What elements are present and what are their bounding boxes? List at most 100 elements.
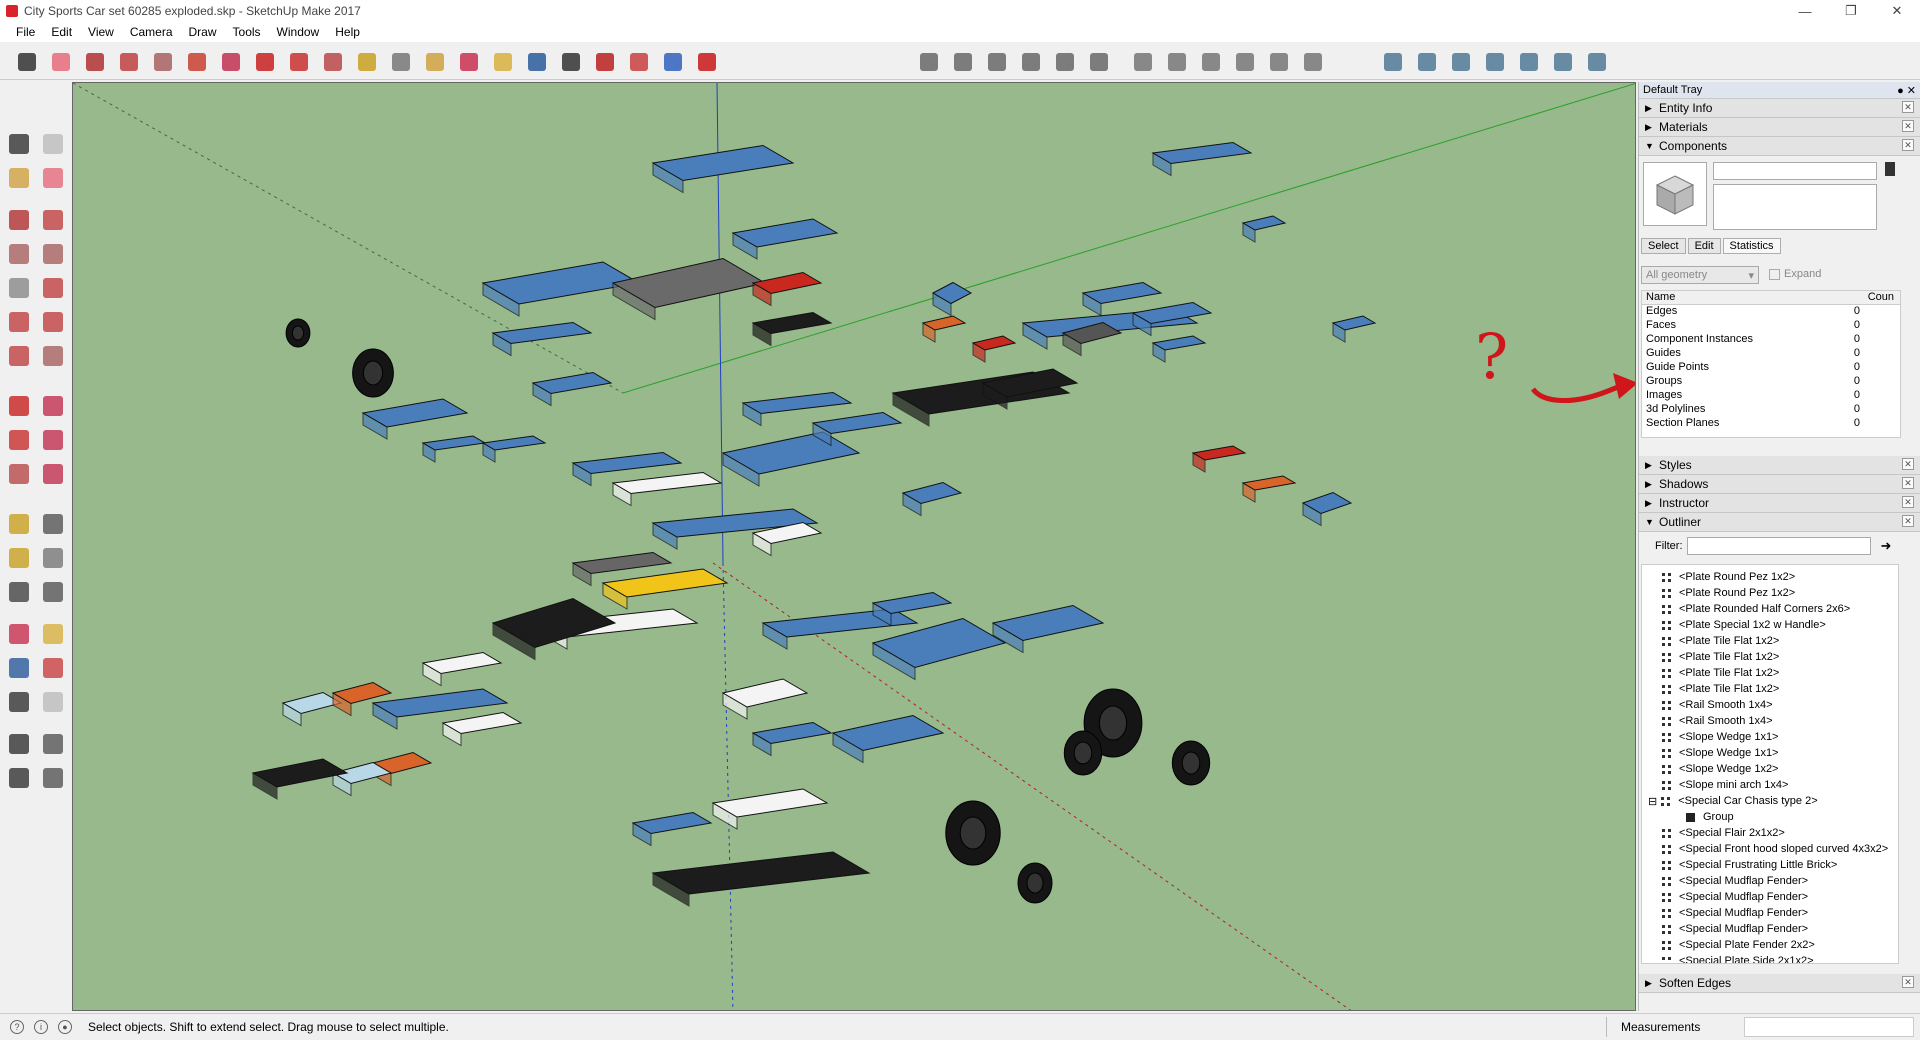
lego-part[interactable] (441, 711, 523, 747)
lego-part[interactable] (721, 678, 809, 720)
restore-icon[interactable]: ❐ (1828, 0, 1874, 22)
pan-icon[interactable] (490, 49, 516, 75)
sidebar-tool-11-icon[interactable] (39, 308, 67, 336)
text-icon[interactable] (388, 49, 414, 75)
tab-edit[interactable]: Edit (1687, 238, 1721, 254)
menu-draw[interactable]: Draw (181, 25, 225, 39)
scale-icon[interactable] (320, 49, 346, 75)
outliner-item[interactable]: <Plate Tile Flat 1x2> (1648, 649, 1898, 665)
sidebar-tool-33-icon[interactable] (39, 730, 67, 758)
sidebar-tool-4-icon[interactable] (5, 206, 33, 234)
shaded-icon[interactable] (1232, 49, 1258, 75)
lego-part[interactable] (1191, 445, 1247, 473)
expand-checkbox[interactable]: Expand (1769, 268, 1821, 280)
outliner-item[interactable]: <Slope Wedge 1x1> (1648, 729, 1898, 745)
extension-warehouse-icon[interactable] (626, 49, 652, 75)
menu-view[interactable]: View (80, 25, 122, 39)
lego-part[interactable] (991, 604, 1105, 654)
panel-shadows[interactable]: ▶ Shadows ✕ (1639, 475, 1920, 494)
credits-icon[interactable]: i (34, 1020, 48, 1034)
lego-part[interactable] (281, 691, 343, 727)
menu-edit[interactable]: Edit (43, 25, 80, 39)
lego-part[interactable] (1131, 301, 1213, 337)
intersect-icon[interactable] (1448, 49, 1474, 75)
outliner-item[interactable]: <Plate Tile Flat 1x2> (1648, 633, 1898, 649)
outliner-item[interactable]: <Slope mini arch 1x4> (1648, 777, 1898, 793)
menu-help[interactable]: Help (327, 25, 368, 39)
sidebar-tool-3-icon[interactable] (39, 164, 67, 192)
sidebar-tool-14-icon[interactable] (5, 392, 33, 420)
lego-part[interactable] (751, 271, 823, 307)
rotate-icon[interactable] (286, 49, 312, 75)
zoom-icon[interactable] (524, 49, 550, 75)
shaded-texture-icon[interactable] (1266, 49, 1292, 75)
lego-part[interactable] (361, 398, 469, 440)
ruby-icon[interactable] (694, 49, 720, 75)
outliner-item[interactable]: <Special Flair 2x1x2> (1648, 825, 1898, 841)
sidebar-tool-30-icon[interactable] (5, 688, 33, 716)
front-view-icon[interactable] (984, 49, 1010, 75)
sidebar-tool-25-icon[interactable] (39, 578, 67, 606)
sidebar-tool-10-icon[interactable] (5, 308, 33, 336)
component-name-field[interactable] (1713, 162, 1877, 180)
panel-styles[interactable]: ▶ Styles ✕ (1639, 456, 1920, 475)
lego-part[interactable] (811, 411, 903, 447)
sidebar-tool-12-icon[interactable] (5, 342, 33, 370)
3d-warehouse-icon[interactable] (592, 49, 618, 75)
sidebar-tool-29-icon[interactable] (39, 654, 67, 682)
union-icon[interactable] (1482, 49, 1508, 75)
lego-part[interactable] (921, 315, 967, 343)
arc-icon[interactable] (116, 49, 142, 75)
section-icon[interactable] (1380, 49, 1406, 75)
select-icon[interactable] (14, 49, 40, 75)
follow-me-icon[interactable] (218, 49, 244, 75)
outliner-item[interactable]: <Plate Tile Flat 1x2> (1648, 665, 1898, 681)
lego-part[interactable] (491, 597, 617, 661)
iso-view-icon[interactable] (916, 49, 942, 75)
sidebar-tool-24-icon[interactable] (5, 578, 33, 606)
panel-entity-info[interactable]: ▶ Entity Info ✕ (1639, 99, 1920, 118)
lego-part[interactable] (421, 435, 487, 463)
sidebar-tool-9-icon[interactable] (39, 274, 67, 302)
panel-components[interactable]: ▼ Components ✕ (1639, 137, 1920, 156)
lego-part[interactable] (611, 471, 723, 507)
outliner-item[interactable]: <Special Front hood sloped curved 4x3x2> (1648, 841, 1898, 857)
xray-icon[interactable] (1130, 49, 1156, 75)
lego-part[interactable] (831, 714, 945, 764)
orbit-icon[interactable] (456, 49, 482, 75)
lego-part[interactable] (871, 617, 1007, 681)
sidebar-tool-32-icon[interactable] (5, 730, 33, 758)
lego-part[interactable] (721, 431, 861, 487)
sidebar-tool-21-icon[interactable] (39, 510, 67, 538)
lego-part[interactable] (1241, 475, 1297, 503)
left-view-icon[interactable] (1086, 49, 1112, 75)
outliner-item[interactable]: <Plate Round Pez 1x2> (1648, 585, 1898, 601)
hidden-line-icon[interactable] (1198, 49, 1224, 75)
lego-part[interactable] (901, 481, 963, 517)
lego-part[interactable] (601, 568, 729, 610)
lego-part[interactable] (971, 335, 1017, 363)
panel-soften-edges[interactable]: ▶ Soften Edges ✕ (1639, 974, 1920, 993)
menu-window[interactable]: Window (269, 25, 328, 39)
lego-part[interactable] (481, 435, 547, 463)
split-icon[interactable] (1584, 49, 1610, 75)
menu-tools[interactable]: Tools (225, 25, 269, 39)
outliner-item[interactable]: <Rail Smooth 1x4> (1648, 713, 1898, 729)
outliner-item[interactable]: <Plate Tile Flat 1x2> (1648, 681, 1898, 697)
tab-statistics[interactable]: Statistics (1722, 238, 1781, 254)
lego-part[interactable] (651, 144, 795, 194)
statistics-filter-select[interactable]: All geometry ▾ (1641, 266, 1759, 284)
tray-pin-icon[interactable]: ● ✕ (1897, 84, 1916, 97)
pencil-icon[interactable] (82, 49, 108, 75)
sidebar-tool-0-icon[interactable] (5, 130, 33, 158)
sidebar-tool-5-icon[interactable] (39, 206, 67, 234)
menu-file[interactable]: File (8, 25, 43, 39)
rectangle-icon[interactable] (150, 49, 176, 75)
sidebar-tool-19-icon[interactable] (39, 460, 67, 488)
sidebar-tool-18-icon[interactable] (5, 460, 33, 488)
wireframe-icon[interactable] (1164, 49, 1190, 75)
lego-part[interactable] (1241, 215, 1287, 243)
outliner-item[interactable]: <Plate Special 1x2 w Handle> (1648, 617, 1898, 633)
top-view-icon[interactable] (950, 49, 976, 75)
lego-part[interactable] (711, 788, 829, 830)
